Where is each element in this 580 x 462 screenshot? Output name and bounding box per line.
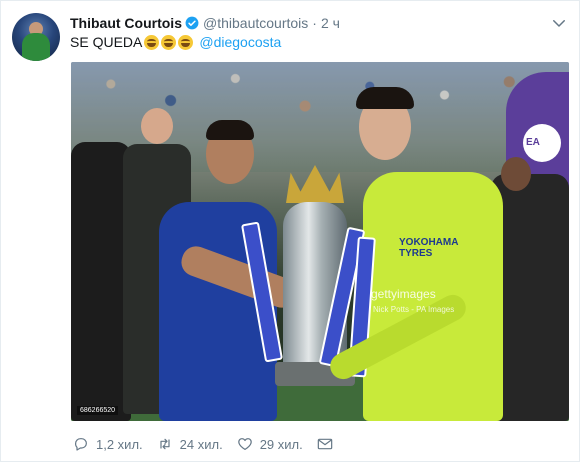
tweet-header: Thibaut Courtois @thibautcourtois · 2 ч xyxy=(70,14,340,32)
tweet-text: SE QUEDA @diegocosta xyxy=(70,33,281,51)
photo-shirt-sponsor: YOKOHAMA TYRES xyxy=(399,237,458,259)
retweet-count: 24 хил. xyxy=(179,436,223,452)
photo-watermark-credit: Nick Potts - PA Images xyxy=(373,305,455,314)
tweet-card: Thibaut Courtois @thibautcourtois · 2 ч … xyxy=(0,0,580,462)
shirt-sponsor-line-1: YOKOHAMA xyxy=(399,237,459,248)
tweet-photo[interactable]: EA YOKOHAMA TYRES gettyimages Nick Potts… xyxy=(71,62,569,421)
header-separator: · xyxy=(312,15,317,31)
reply-icon xyxy=(75,438,87,451)
tears-of-joy-emoji-icon xyxy=(178,34,194,50)
chevron-down-icon[interactable] xyxy=(550,14,568,32)
retweet-icon xyxy=(160,438,170,450)
photo-watermark: gettyimages xyxy=(371,287,436,301)
tweet-timestamp[interactable]: 2 ч xyxy=(321,15,340,31)
tears-of-joy-emoji-icon xyxy=(161,34,177,50)
retweet-button[interactable]: 24 хил. xyxy=(157,436,223,452)
heart-icon xyxy=(237,438,252,450)
mail-icon xyxy=(317,438,332,450)
tweet-actions: 1,2 хил. 24 хил. 29 хил. xyxy=(73,435,354,453)
tears-of-joy-emoji-icon xyxy=(144,34,160,50)
author-handle[interactable]: @thibautcourtois xyxy=(203,15,308,31)
like-count: 29 хил. xyxy=(259,436,303,452)
mention-link[interactable]: @diegocosta xyxy=(199,34,281,50)
photo-player-blue-hair xyxy=(206,120,254,140)
like-button[interactable]: 29 хил. xyxy=(237,436,303,452)
direct-message-button[interactable] xyxy=(317,436,340,452)
photo-bystander-head xyxy=(501,157,531,191)
author-avatar[interactable] xyxy=(12,13,60,61)
photo-player-goalkeeper-hair xyxy=(356,87,414,109)
photo-banner-text: EA xyxy=(526,137,540,148)
photo-bystander xyxy=(71,142,131,421)
shirt-sponsor-line-2: TYRES xyxy=(399,248,433,259)
avatar-figure-body xyxy=(22,33,50,61)
reply-count: 1,2 хил. xyxy=(96,436,143,452)
photo-id-label: 686266520 xyxy=(77,406,119,415)
tweet-text-body: SE QUEDA xyxy=(70,34,143,50)
photo-bystander-head xyxy=(141,108,173,144)
author-display-name[interactable]: Thibaut Courtois xyxy=(70,15,182,31)
verified-badge-icon xyxy=(185,16,199,30)
reply-button[interactable]: 1,2 хил. xyxy=(73,436,143,452)
